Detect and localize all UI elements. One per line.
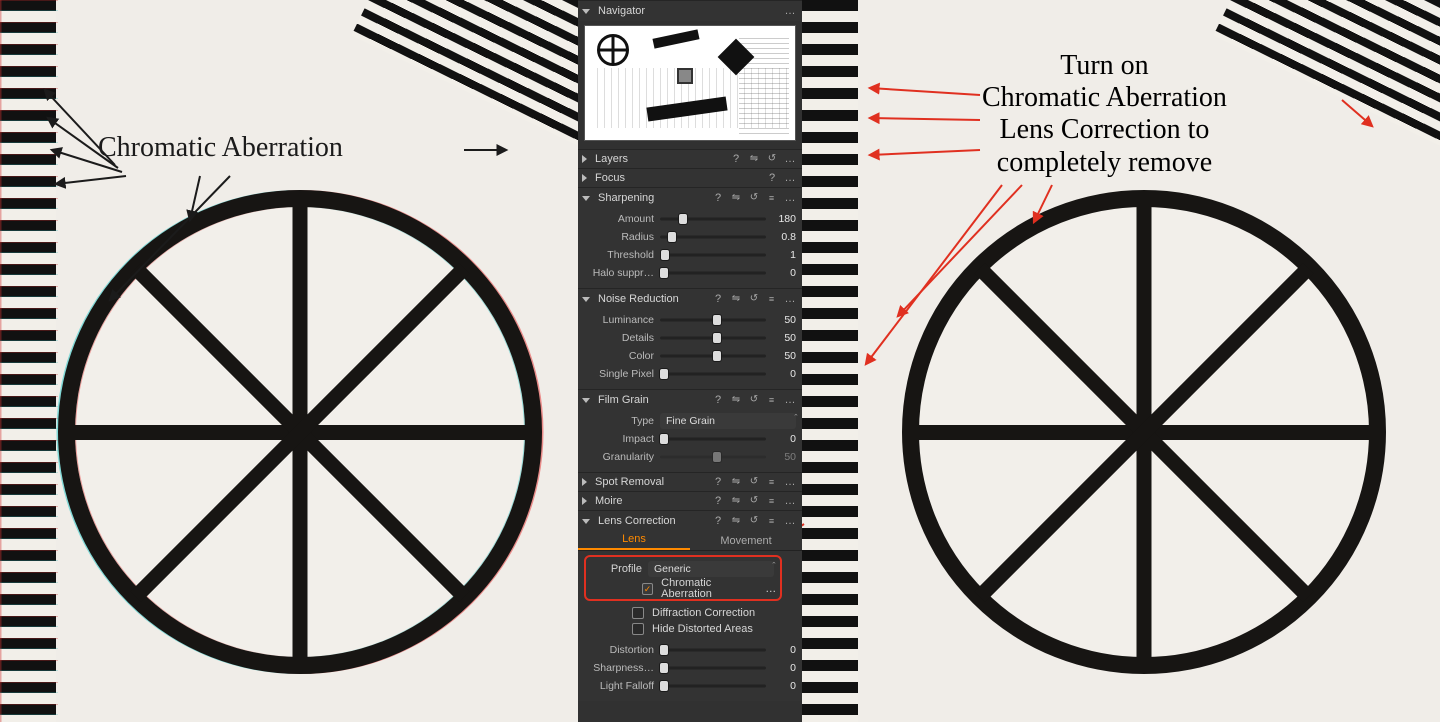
help-icon[interactable]: ? [712, 476, 724, 488]
reset-icon[interactable]: ↺ [748, 495, 760, 507]
test-chart-wheel [902, 190, 1386, 674]
film-grain-impact-slider[interactable] [660, 432, 766, 446]
test-chart-diagonal-stripes [351, 0, 578, 184]
noise-header[interactable]: Noise Reduction ? ⇋ ↺ ≡ … [578, 288, 802, 309]
menu-icon[interactable]: … [784, 172, 796, 184]
preset-icon[interactable]: ≡ [766, 192, 778, 204]
copy-icon[interactable]: ⇋ [730, 515, 742, 527]
sharpening-radius-slider[interactable] [660, 230, 766, 244]
film-grain-granularity-slider[interactable] [660, 450, 766, 464]
lens-distortion-slider[interactable] [660, 643, 766, 657]
copy-icon[interactable]: ⇋ [730, 476, 742, 488]
preset-icon[interactable]: ≡ [766, 293, 778, 305]
lens-tab-movement[interactable]: Movement [690, 533, 802, 550]
test-chart-vstripes [0, 0, 56, 722]
film-grain-header[interactable]: Film Grain ? ⇋ ↺ ≡ … [578, 389, 802, 410]
menu-icon[interactable]: … [784, 5, 796, 17]
navigator-header[interactable]: Navigator … [578, 0, 802, 21]
preset-icon[interactable]: ≡ [766, 394, 778, 406]
chromatic-aberration-checkbox[interactable]: ✓ [642, 583, 653, 595]
menu-icon[interactable]: … [784, 293, 796, 305]
menu-icon[interactable]: … [784, 495, 796, 507]
chromatic-aberration-label: Chromatic Aberration [661, 578, 755, 600]
preset-icon[interactable]: ≡ [766, 515, 778, 527]
menu-icon[interactable]: … [784, 515, 796, 527]
spot-removal-header[interactable]: Spot Removal ? ⇋ ↺ ≡ … [578, 472, 802, 491]
copy-icon[interactable]: ⇋ [730, 192, 742, 204]
lens-light-falloff-slider[interactable] [660, 679, 766, 693]
test-chart-diagonal-stripes [1213, 0, 1440, 184]
help-icon[interactable]: ? [766, 172, 778, 184]
lens-profile-highlight: Profile Generic ✓ Chromatic Aberration … [584, 555, 782, 601]
sharpening-group: Amount 180 Radius 0.8 Threshold 1 Halo s… [578, 208, 802, 288]
menu-icon[interactable]: … [784, 394, 796, 406]
help-icon[interactable]: ? [712, 293, 724, 305]
diffraction-correction-checkbox[interactable] [632, 607, 644, 619]
after-image: Turn on Chromatic Aberration Lens Correc… [802, 0, 1440, 722]
reset-icon[interactable]: ↺ [748, 515, 760, 527]
lens-tab-lens[interactable]: Lens [578, 531, 690, 550]
before-label: Chromatic Aberration [98, 132, 343, 164]
sharpening-halo-slider[interactable] [660, 266, 766, 280]
noise-group: Luminance 50 Details 50 Color 50 Single … [578, 309, 802, 389]
hide-distorted-label: Hide Distorted Areas [652, 624, 753, 635]
focus-header[interactable]: Focus ? … [578, 168, 802, 187]
reset-icon[interactable]: ↺ [766, 153, 778, 165]
film-grain-group: Type Fine Grain Impact 0 Granularity 50 [578, 410, 802, 472]
test-chart-wheel [58, 190, 542, 674]
noise-luminance-slider[interactable] [660, 313, 766, 327]
lens-correction-header[interactable]: Lens Correction ? ⇋ ↺ ≡ … [578, 510, 802, 531]
layers-header[interactable]: Layers ? ⇋ ↺ … [578, 149, 802, 168]
lens-correction-group: Lens Movement Profile Generic ✓ Chromati… [578, 531, 802, 701]
help-icon[interactable]: ? [712, 394, 724, 406]
menu-icon[interactable]: … [784, 476, 796, 488]
diffraction-correction-label: Diffraction Correction [652, 608, 755, 619]
preset-icon[interactable]: ≡ [766, 476, 778, 488]
tools-panel: Navigator … Layers ? ⇋ ↺ … Focus ? … Sha… [578, 0, 802, 722]
chromatic-aberration-options[interactable]: … [763, 584, 778, 595]
noise-singlepixel-slider[interactable] [660, 367, 766, 381]
after-label: Turn on Chromatic Aberration Lens Correc… [982, 50, 1227, 179]
before-image: Chromatic Aberration [0, 0, 578, 722]
test-chart-vstripes [802, 0, 858, 722]
help-icon[interactable]: ? [712, 495, 724, 507]
help-icon[interactable]: ? [712, 192, 724, 204]
copy-icon[interactable]: ⇋ [730, 495, 742, 507]
film-grain-type-select[interactable]: Fine Grain [660, 413, 796, 429]
lens-sharpness-slider[interactable] [660, 661, 766, 675]
hide-distorted-checkbox[interactable] [632, 623, 644, 635]
copy-icon[interactable]: ⇋ [730, 293, 742, 305]
help-icon[interactable]: ? [730, 153, 742, 165]
moire-header[interactable]: Moire ? ⇋ ↺ ≡ … [578, 491, 802, 510]
noise-color-slider[interactable] [660, 349, 766, 363]
copy-icon[interactable]: ⇋ [748, 153, 760, 165]
sharpening-header[interactable]: Sharpening ? ⇋ ↺ ≡ … [578, 187, 802, 208]
reset-icon[interactable]: ↺ [748, 476, 760, 488]
sharpening-threshold-slider[interactable] [660, 248, 766, 262]
reset-icon[interactable]: ↺ [748, 394, 760, 406]
help-icon[interactable]: ? [712, 515, 724, 527]
menu-icon[interactable]: … [784, 153, 796, 165]
reset-icon[interactable]: ↺ [748, 192, 760, 204]
menu-icon[interactable]: … [784, 192, 796, 204]
reset-icon[interactable]: ↺ [748, 293, 760, 305]
lens-profile-select[interactable]: Generic [648, 561, 774, 577]
copy-icon[interactable]: ⇋ [730, 394, 742, 406]
sharpening-amount-slider[interactable] [660, 212, 766, 226]
noise-details-slider[interactable] [660, 331, 766, 345]
navigator-thumbnail[interactable] [584, 25, 796, 141]
preset-icon[interactable]: ≡ [766, 495, 778, 507]
